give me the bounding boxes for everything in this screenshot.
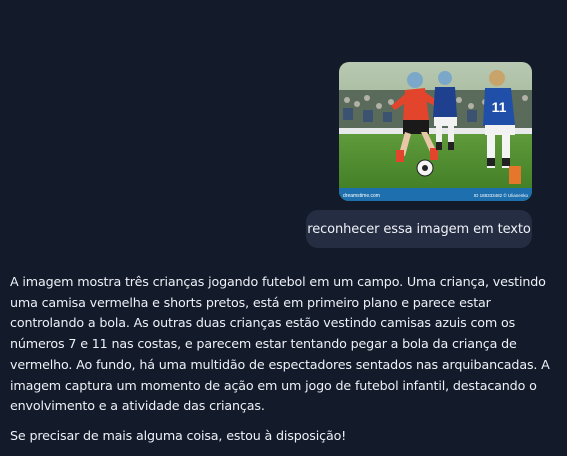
watermark-left: dreamstime.com <box>343 193 380 199</box>
chat-thread: 11 dreamstime.com ID 188333482 © Ulianen… <box>0 0 567 456</box>
jersey-number-11: 11 <box>492 99 507 115</box>
assistant-paragraph: A imagem mostra três crianças jogando fu… <box>10 274 550 414</box>
attached-image[interactable]: 11 dreamstime.com ID 188333482 © Ulianen… <box>339 62 532 201</box>
soccer-photo-icon: 11 dreamstime.com ID 188333482 © Ulianen… <box>339 62 532 201</box>
user-message-bubble: reconhecer essa imagem em texto <box>306 210 532 248</box>
assistant-message: A imagem mostra três crianças jogando fu… <box>10 272 560 447</box>
user-message-text: reconhecer essa imagem em texto <box>307 221 531 237</box>
assistant-follow-up: Se precisar de mais alguma coisa, estou … <box>10 427 347 443</box>
watermark-right: ID 188333482 © Ulianenko <box>474 192 529 198</box>
